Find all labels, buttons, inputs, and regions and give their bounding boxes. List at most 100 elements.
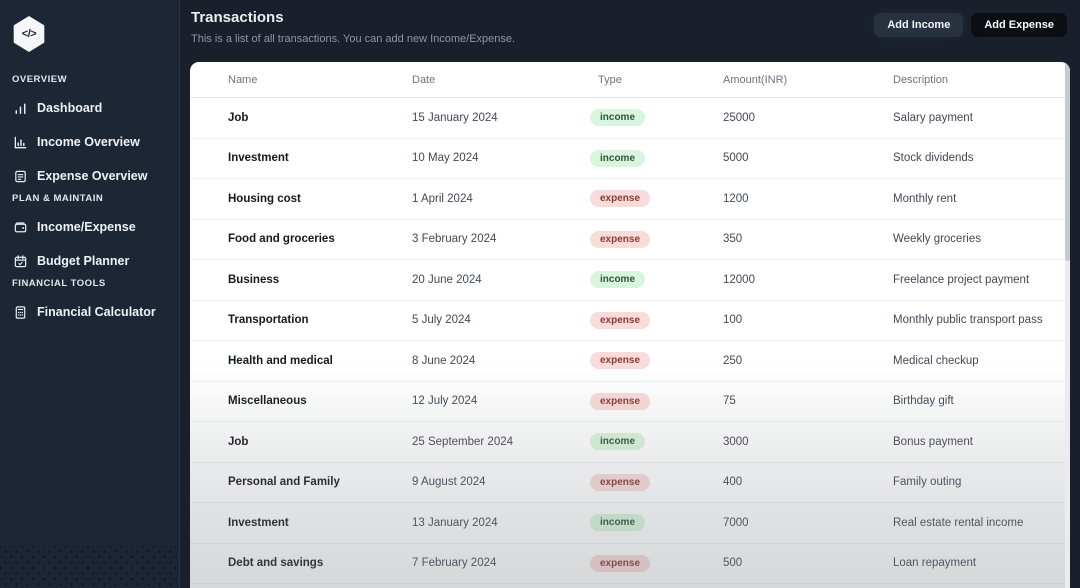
column-header-name: Name — [228, 73, 258, 86]
cell-amount: 12000 — [723, 273, 755, 286]
cell-description: Stock dividends — [893, 152, 974, 165]
cell-name: Housing cost — [228, 192, 301, 205]
type-badge: expense — [590, 311, 651, 329]
sidebar-item-label: Expense Overview — [37, 169, 148, 183]
table-row[interactable]: Food and groceries 3 February 2024 expen… — [190, 220, 1070, 260]
table-row[interactable]: Transportation 5 July 2024 expense 100 M… — [190, 301, 1070, 341]
cell-amount: 3000 — [723, 435, 749, 448]
sidebar-item-financial-calculator[interactable]: Financial Calculator — [12, 295, 167, 329]
sidebar-item-label: Budget Planner — [37, 254, 130, 268]
page-subtitle: This is a list of all transactions. You … — [191, 33, 516, 45]
sidebar-section-label: OVERVIEW — [12, 74, 68, 85]
sidebar-section-financial-tools: FINANCIAL TOOLS Financial Calculator — [12, 278, 167, 329]
cell-date: 12 July 2024 — [412, 395, 478, 408]
sidebar-item-income-expense[interactable]: Income/Expense — [12, 210, 167, 244]
report-icon — [13, 169, 28, 184]
cell-description: Monthly rent — [893, 192, 957, 205]
add-expense-button[interactable]: Add Expense — [971, 13, 1067, 37]
sidebar-section-plan-maintain: PLAN & MAINTAIN Income/Expense Budget Pl… — [12, 193, 167, 278]
cell-date: 13 January 2024 — [412, 516, 498, 529]
cell-type: expense — [590, 352, 723, 370]
cell-description: Monthly public transport pass — [893, 314, 1043, 327]
cell-date: 25 September 2024 — [412, 435, 514, 448]
cell-amount: 250 — [723, 354, 743, 367]
type-badge: income — [590, 271, 646, 289]
sidebar-item-expense-overview[interactable]: Expense Overview — [12, 159, 167, 193]
table-row[interactable]: Investment 13 January 2024 income 7000 R… — [190, 503, 1070, 544]
table-row[interactable]: Housing cost 1 April 2024 expense 1200 M… — [190, 179, 1070, 220]
type-badge: expense — [590, 473, 651, 491]
sidebar-section-label: PLAN & MAINTAIN — [12, 193, 104, 204]
table-row[interactable]: Personal and Family 9 August 2024 expens… — [190, 463, 1070, 503]
calculator-icon — [13, 305, 28, 320]
cell-type: expense — [590, 473, 723, 491]
type-badge: expense — [590, 352, 651, 370]
cell-type: expense — [590, 311, 723, 329]
type-badge: income — [590, 433, 646, 451]
cell-type: income — [590, 514, 723, 532]
sidebar-nav: OVERVIEW Dashboard Income Overview Expen… — [12, 74, 167, 329]
sidebar-item-income-overview[interactable]: Income Overview — [12, 125, 167, 159]
cell-name: Job — [228, 435, 249, 448]
cell-type: expense — [590, 230, 723, 248]
cell-description: Loan repayment — [893, 557, 977, 570]
app-logo[interactable]: </> — [13, 16, 45, 52]
scrollbar-thumb[interactable] — [1065, 63, 1070, 261]
type-badge: expense — [590, 554, 651, 572]
table-row[interactable]: Health and medical 8 June 2024 expense 2… — [190, 341, 1070, 382]
add-income-button[interactable]: Add Income — [874, 13, 964, 37]
type-badge: expense — [590, 190, 651, 208]
column-header-date: Date — [412, 73, 436, 86]
cell-name: Health and medical — [228, 354, 333, 367]
column-header-description: Description — [893, 73, 949, 86]
cell-description: Bonus payment — [893, 435, 973, 448]
chart-column-icon — [13, 135, 28, 150]
cell-name: Job — [228, 111, 249, 124]
sidebar: </> OVERVIEW Dashboard Income Overview E… — [0, 0, 180, 588]
sidebar-item-dashboard[interactable]: Dashboard — [12, 91, 167, 125]
cell-type: income — [590, 109, 723, 127]
cell-date: 5 July 2024 — [412, 314, 471, 327]
cell-amount: 7000 — [723, 516, 749, 529]
wallet-icon — [13, 220, 28, 235]
table-header-row: Name Date Type Amount(INR) Description — [190, 62, 1070, 98]
sidebar-item-budget-planner[interactable]: Budget Planner — [12, 244, 167, 278]
cell-amount: 1200 — [723, 192, 749, 205]
cell-date: 15 January 2024 — [412, 111, 498, 124]
cell-type: income — [590, 433, 723, 451]
bar-chart-icon — [13, 101, 28, 116]
table-row[interactable]: Investment 10 May 2024 income 5000 Stock… — [190, 139, 1070, 179]
cell-type: income — [590, 271, 723, 289]
table-scrollbar[interactable] — [1065, 62, 1070, 588]
cell-name: Personal and Family — [228, 476, 340, 489]
cell-date: 1 April 2024 — [412, 192, 473, 205]
cell-description: Birthday gift — [893, 395, 954, 408]
cell-description: Family outing — [893, 476, 962, 489]
sidebar-item-label: Dashboard — [37, 101, 103, 115]
table-row[interactable]: Debt and savings 7 February 2024 expense… — [190, 544, 1070, 584]
type-badge: income — [590, 514, 646, 532]
table-row[interactable]: Job 25 September 2024 income 3000 Bonus … — [190, 422, 1070, 463]
table-row[interactable]: Job 15 January 2024 income 25000 Salary … — [190, 98, 1070, 139]
header-actions: Add Income Add Expense — [874, 13, 1067, 37]
cell-type: expense — [590, 554, 723, 572]
cell-description: Salary payment — [893, 111, 973, 124]
sidebar-item-label: Financial Calculator — [37, 305, 156, 319]
cell-amount: 25000 — [723, 111, 755, 124]
type-badge: expense — [590, 230, 651, 248]
table-row[interactable]: Business 20 June 2024 income 12000 Freel… — [190, 260, 1070, 301]
table-body: Job 15 January 2024 income 25000 Salary … — [190, 98, 1070, 584]
type-badge: income — [590, 149, 646, 167]
page-title: Transactions — [191, 9, 284, 26]
cell-type: expense — [590, 392, 723, 410]
sidebar-item-label: Income/Expense — [37, 220, 136, 234]
cell-amount: 400 — [723, 476, 743, 489]
cell-date: 9 August 2024 — [412, 476, 486, 489]
cell-name: Transportation — [228, 314, 309, 327]
table-row[interactable]: Miscellaneous 12 July 2024 expense 75 Bi… — [190, 382, 1070, 422]
column-header-type: Type — [598, 73, 622, 86]
cell-name: Debt and savings — [228, 557, 324, 570]
sidebar-section-label: FINANCIAL TOOLS — [12, 278, 106, 289]
page-header: Transactions This is a list of all trans… — [180, 0, 1080, 45]
cell-type: expense — [590, 190, 723, 208]
